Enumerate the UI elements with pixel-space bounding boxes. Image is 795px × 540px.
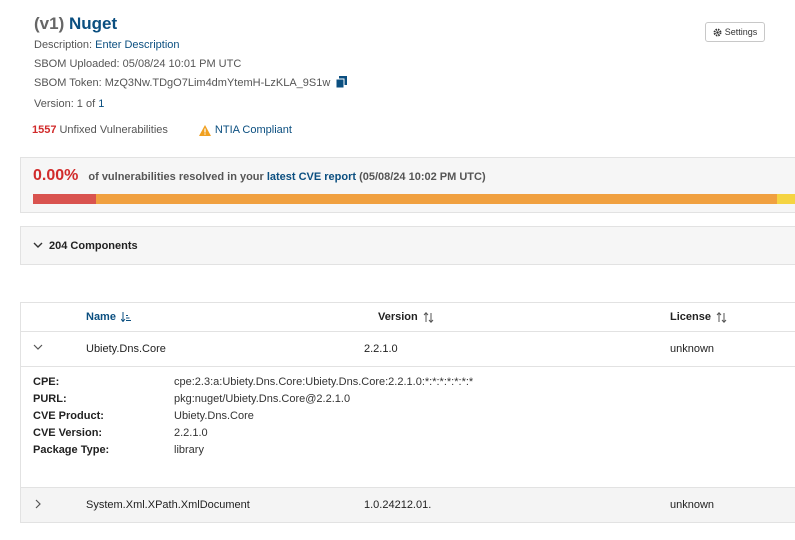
package-type-row: Package Type: library — [33, 443, 204, 457]
components-table: Name Version License Ubiety.Dns.Core 2.2… — [20, 302, 795, 523]
progress-segment — [95, 194, 777, 204]
version-prefix: (v1) — [34, 14, 65, 33]
uploaded-line: SBOM Uploaded: 05/08/24 10:01 PM UTC — [34, 58, 242, 70]
version-link[interactable]: 1 — [98, 98, 104, 110]
package-type-label: Package Type: — [33, 444, 110, 456]
description-label: Description: — [34, 39, 93, 51]
description-line: Description: Enter Description — [34, 38, 347, 52]
sbom-name[interactable]: Nuget — [69, 14, 117, 33]
components-toggle[interactable]: 204 Components — [20, 226, 795, 265]
cve-summary: 0.00% of vulnerabilities resolved in you… — [33, 167, 486, 185]
components-header: 204 Components — [49, 239, 138, 252]
vulnerability-count[interactable]: 1557 — [32, 124, 56, 136]
vulnerability-label: Unfixed Vulnerabilities — [59, 124, 168, 136]
progress-segment — [776, 194, 795, 204]
version-label: Version: 1 of — [34, 98, 96, 110]
name-column-label: Name — [86, 311, 116, 323]
ntia-status[interactable]: NTIA Compliant — [198, 124, 292, 136]
version-line: Version: 1 of 1 — [34, 97, 347, 111]
cve-text-before: of vulnerabilities resolved in your — [88, 171, 264, 183]
token-text: SBOM Token: MzQ3Nw.TDgO7Lim4dmYtemH-LzKL… — [34, 77, 331, 89]
cve-version-label: CVE Version: — [33, 427, 103, 439]
cpe-row: CPE: cpe:2.3:a:Ubiety.Dns.Core:Ubiety.Dn… — [33, 375, 473, 389]
cve-version-value: 2.2.1.0 — [174, 427, 208, 439]
table-row[interactable]: System.Xml.XPath.XmlDocument 1.0.24212.0… — [21, 488, 795, 523]
cve-product-label: CVE Product: — [33, 410, 104, 422]
purl-value: pkg:nuget/Ubiety.Dns.Core@2.2.1.0 — [174, 393, 351, 405]
cve-report-panel: 0.00% of vulnerabilities resolved in you… — [20, 157, 795, 213]
name-column-header[interactable]: Name — [86, 311, 131, 323]
copy-icon[interactable] — [335, 76, 348, 92]
chevron-down-icon[interactable] — [33, 344, 43, 351]
component-license: unknown — [670, 343, 715, 355]
ntia-label: NTIA Compliant — [214, 124, 292, 136]
license-column-header[interactable]: License — [670, 311, 727, 323]
component-version: 1.0.24212.01. — [364, 499, 432, 511]
cve-report-date: (05/08/24 10:02 PM UTC) — [359, 171, 486, 183]
sort-ascending-icon — [120, 312, 131, 322]
sbom-header: (v1) Nuget Description: Enter Descriptio… — [34, 14, 348, 111]
purl-label: PURL: — [33, 393, 67, 405]
component-license: unknown — [670, 499, 715, 511]
gear-icon — [713, 28, 722, 36]
vulnerability-progress-bar — [33, 194, 795, 204]
page-title: (v1) Nuget — [34, 14, 347, 34]
settings-label: Settings — [724, 27, 758, 37]
sort-icon — [423, 311, 434, 323]
table-row[interactable]: Ubiety.Dns.Core 2.2.1.0 unknown — [21, 332, 795, 367]
resolved-percent: 0.00% — [33, 167, 79, 184]
component-version: 2.2.1.0 — [364, 343, 398, 355]
chevron-right-icon[interactable] — [35, 499, 42, 509]
settings-button[interactable]: Settings — [705, 22, 765, 42]
table-header: Name Version License — [21, 302, 795, 332]
latest-cve-report-link[interactable]: latest CVE report — [267, 171, 356, 183]
license-column-label: License — [670, 311, 711, 323]
cpe-label: CPE: — [33, 376, 60, 388]
token-line: SBOM Token: MzQ3Nw.TDgO7Lim4dmYtemH-LzKL… — [34, 76, 348, 92]
component-name: System.Xml.XPath.XmlDocument — [86, 499, 250, 511]
cve-version-row: CVE Version: 2.2.1.0 — [33, 426, 208, 440]
chevron-down-icon — [33, 242, 43, 248]
cpe-value: cpe:2.3:a:Ubiety.Dns.Core:Ubiety.Dns.Cor… — [174, 376, 474, 388]
version-column-label: Version — [378, 311, 418, 323]
progress-segment — [33, 194, 96, 204]
cve-product-value: Ubiety.Dns.Core — [174, 410, 254, 422]
cve-product-row: CVE Product: Ubiety.Dns.Core — [33, 409, 254, 423]
component-details: CPE: cpe:2.3:a:Ubiety.Dns.Core:Ubiety.Dn… — [21, 367, 795, 488]
version-column-header[interactable]: Version — [378, 311, 434, 323]
component-name: Ubiety.Dns.Core — [86, 343, 166, 355]
sort-icon — [716, 311, 727, 323]
purl-row: PURL: pkg:nuget/Ubiety.Dns.Core@2.2.1.0 — [33, 392, 350, 406]
package-type-value: library — [174, 444, 204, 456]
warning-icon — [198, 124, 211, 136]
enter-description-link[interactable]: Enter Description — [95, 39, 179, 51]
vulnerability-summary: 1557 Unfixed Vulnerabilities NTIA Compli… — [32, 124, 292, 136]
